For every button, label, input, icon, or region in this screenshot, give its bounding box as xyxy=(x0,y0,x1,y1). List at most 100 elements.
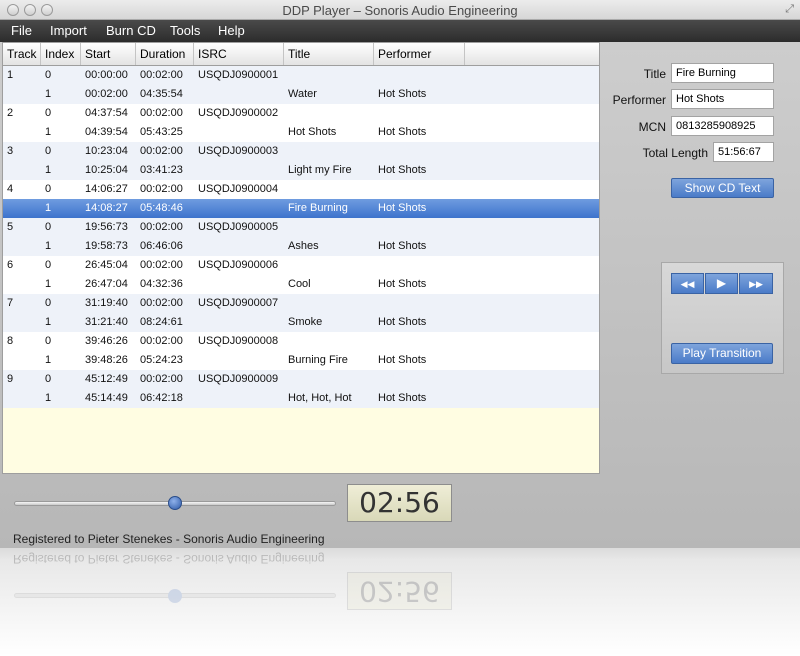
cell-duration: 05:24:23 xyxy=(140,354,183,366)
cell-isrc: USQDJ0900006 xyxy=(198,259,279,271)
rewind-icon: ◀◀ xyxy=(680,279,695,289)
col-track[interactable]: Track xyxy=(3,43,41,65)
table-row[interactable]: 7 0 31:19:40 00:02:00 USQDJ0900007 xyxy=(3,294,599,313)
window-title: DDP Player – Sonoris Audio Engineering xyxy=(282,3,518,18)
col-isrc[interactable]: ISRC xyxy=(194,43,284,65)
cell-start: 19:56:73 xyxy=(85,221,128,233)
cell-start: 04:39:54 xyxy=(85,126,128,138)
menu-file[interactable]: File xyxy=(11,23,32,38)
menu-bar: File Import Burn CD Tools Help xyxy=(0,20,800,42)
col-start[interactable]: Start xyxy=(81,43,136,65)
table-row[interactable]: 1 19:58:73 06:46:06 Ashes Hot Shots xyxy=(3,237,599,256)
time-display: 02:56 xyxy=(347,484,452,522)
cell-title: Hot Shots xyxy=(288,126,337,138)
cell-track: 8 xyxy=(7,335,14,347)
cell-start: 45:14:49 xyxy=(85,392,128,404)
cell-title: Burning Fire xyxy=(288,354,348,366)
col-title[interactable]: Title xyxy=(284,43,374,65)
cell-index: 1 xyxy=(45,392,52,404)
cell-isrc: USQDJ0900004 xyxy=(198,183,279,195)
table-row[interactable]: 3 0 10:23:04 00:02:00 USQDJ0900003 xyxy=(3,142,599,161)
show-cd-text-button[interactable]: Show CD Text xyxy=(671,178,774,198)
cell-start: 14:08:27 xyxy=(85,202,128,214)
cell-track: 7 xyxy=(7,297,14,309)
cell-track: 9 xyxy=(7,373,14,385)
transport-panel: ◀◀ ▶ ▶▶ Play Transition xyxy=(661,262,784,374)
window-reflection: Registered to Pieter Stenekes - Sonoris … xyxy=(0,548,800,656)
cell-duration: 00:02:00 xyxy=(140,145,183,157)
cell-title: Ashes xyxy=(288,240,319,252)
table-row[interactable]: 1 31:21:40 08:24:61 Smoke Hot Shots xyxy=(3,313,599,332)
title-field[interactable]: Fire Burning xyxy=(671,63,774,83)
play-transition-button[interactable]: Play Transition xyxy=(671,343,773,364)
cell-track: 1 xyxy=(7,69,14,81)
table-row[interactable]: 6 0 26:45:04 00:02:00 USQDJ0900006 xyxy=(3,256,599,275)
cell-start: 39:46:26 xyxy=(85,335,128,347)
table-row[interactable]: 2 0 04:37:54 00:02:00 USQDJ0900002 xyxy=(3,104,599,123)
table-row[interactable]: 1 45:14:49 06:42:18 Hot, Hot, Hot Hot Shots xyxy=(3,389,599,408)
table-row[interactable]: 9 0 45:12:49 00:02:00 USQDJ0900009 xyxy=(3,370,599,389)
total-length-field[interactable]: 51:56:67 xyxy=(713,142,774,162)
menu-tools[interactable]: Tools xyxy=(170,23,200,38)
cell-duration: 00:02:00 xyxy=(140,183,183,195)
track-table[interactable]: Track Index Start Duration ISRC Title Pe… xyxy=(2,42,600,474)
cell-duration: 08:24:61 xyxy=(140,316,183,328)
table-row[interactable]: 5 0 19:56:73 00:02:00 USQDJ0900005 xyxy=(3,218,599,237)
cell-duration: 04:32:36 xyxy=(140,278,183,290)
cell-performer: Hot Shots xyxy=(378,392,427,404)
cell-start: 04:37:54 xyxy=(85,107,128,119)
cell-start: 10:25:04 xyxy=(85,164,128,176)
table-row[interactable]: 1 04:39:54 05:43:25 Hot Shots Hot Shots xyxy=(3,123,599,142)
cell-index: 0 xyxy=(45,259,52,271)
table-row[interactable]: 1 39:48:26 05:24:23 Burning Fire Hot Shots xyxy=(3,351,599,370)
table-row[interactable]: 1 10:25:04 03:41:23 Light my Fire Hot Shots xyxy=(3,161,599,180)
menu-import[interactable]: Import xyxy=(50,23,87,38)
title-bar[interactable]: DDP Player – Sonoris Audio Engineering ⤢ xyxy=(0,0,800,20)
cell-duration: 00:02:00 xyxy=(140,373,183,385)
cell-start: 14:06:27 xyxy=(85,183,128,195)
app-window: DDP Player – Sonoris Audio Engineering ⤢… xyxy=(0,0,800,548)
position-slider-thumb[interactable] xyxy=(168,496,182,510)
cell-duration: 00:02:00 xyxy=(140,259,183,271)
table-row[interactable]: 1 26:47:04 04:32:36 Cool Hot Shots xyxy=(3,275,599,294)
cell-title: Cool xyxy=(288,278,311,290)
performer-field[interactable]: Hot Shots xyxy=(671,89,774,109)
col-duration[interactable]: Duration xyxy=(136,43,194,65)
fullscreen-icon[interactable]: ⤢ xyxy=(785,3,794,16)
cell-performer: Hot Shots xyxy=(378,240,427,252)
title-label: Title xyxy=(643,67,666,81)
table-row[interactable]: 8 0 39:46:26 00:02:00 USQDJ0900008 xyxy=(3,332,599,351)
cell-performer: Hot Shots xyxy=(378,202,427,214)
cell-index: 0 xyxy=(45,373,52,385)
cell-isrc: USQDJ0900003 xyxy=(198,145,279,157)
mcn-field[interactable]: 0813285908925 xyxy=(671,116,774,136)
menu-burn-cd[interactable]: Burn CD xyxy=(106,23,156,38)
mcn-label: MCN xyxy=(638,120,666,134)
table-row[interactable]: 4 0 14:06:27 00:02:00 USQDJ0900004 xyxy=(3,180,599,199)
play-button[interactable]: ▶ xyxy=(705,273,738,294)
cell-track: 4 xyxy=(7,183,14,195)
fast-forward-icon: ▶▶ xyxy=(749,279,763,289)
rewind-button[interactable]: ◀◀ xyxy=(671,273,704,294)
cell-duration: 03:41:23 xyxy=(140,164,183,176)
col-performer[interactable]: Performer xyxy=(374,43,465,65)
cell-duration: 04:35:54 xyxy=(140,88,183,100)
slider-thumb-reflection xyxy=(168,589,182,603)
cell-index: 0 xyxy=(45,221,52,233)
cell-index: 1 xyxy=(45,164,52,176)
table-row[interactable]: 1 0 00:00:00 00:02:00 USQDJ0900001 xyxy=(3,66,599,85)
table-row[interactable]: 1 00:02:00 04:35:54 Water Hot Shots xyxy=(3,85,599,104)
cell-isrc: USQDJ0900001 xyxy=(198,69,279,81)
cell-index: 0 xyxy=(45,69,52,81)
table-row[interactable]: 1 14:08:27 05:48:46 Fire Burning Hot Shots xyxy=(3,199,599,218)
registration-reflection: Registered to Pieter Stenekes - Sonoris … xyxy=(13,552,325,566)
cell-start: 31:21:40 xyxy=(85,316,128,328)
cell-title: Light my Fire xyxy=(288,164,352,176)
col-index[interactable]: Index xyxy=(41,43,81,65)
time-display-reflection: 02:56 xyxy=(347,572,452,610)
fast-forward-button[interactable]: ▶▶ xyxy=(739,273,773,294)
cell-index: 0 xyxy=(45,335,52,347)
cell-performer: Hot Shots xyxy=(378,126,427,138)
menu-help[interactable]: Help xyxy=(218,23,245,38)
cell-isrc: USQDJ0900002 xyxy=(198,107,279,119)
